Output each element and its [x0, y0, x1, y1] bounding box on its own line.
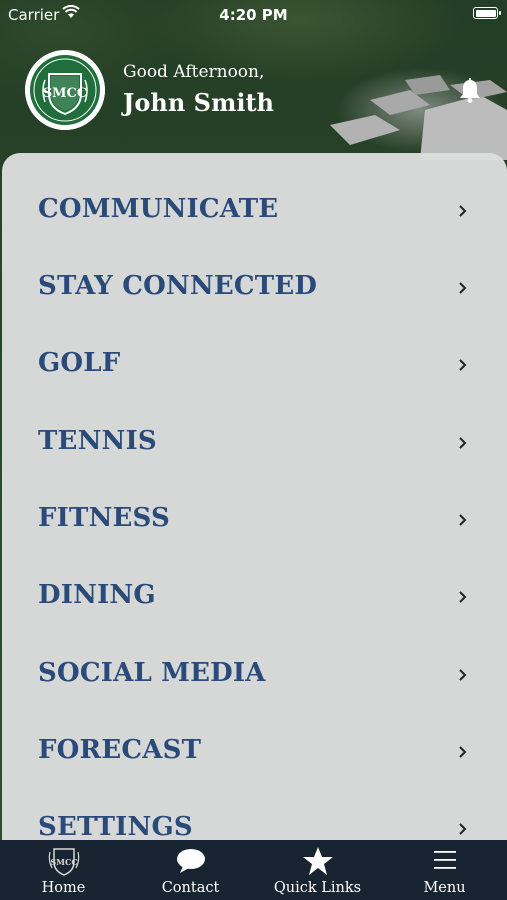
menu-item-fitness[interactable]: FITNESS: [2, 490, 507, 550]
menu-item-dining[interactable]: DINING: [2, 567, 507, 627]
chevron-right-icon: [459, 514, 467, 526]
tab-label: Home: [41, 880, 86, 896]
chevron-right-icon: [459, 437, 467, 449]
chevron-right-icon: [459, 823, 467, 835]
menu-item-label: FORECAST: [38, 735, 202, 765]
tab-contact[interactable]: Contact: [127, 840, 254, 900]
bell-icon[interactable]: [458, 78, 482, 104]
tab-label: Quick Links: [273, 880, 362, 896]
battery-icon: [473, 7, 501, 19]
chevron-right-icon: [459, 669, 467, 681]
club-logo[interactable]: SMCC: [25, 50, 105, 130]
chevron-right-icon: [459, 746, 467, 758]
chat-bubble-icon: [176, 849, 205, 873]
menu-item-label: DINING: [38, 580, 156, 610]
tab-label: Contact: [161, 880, 220, 896]
menu-item-label: STAY CONNECTED: [38, 271, 318, 301]
bottom-tab-bar: SMCC Home Contact Quick Links Menu: [0, 840, 507, 900]
tab-menu[interactable]: Menu: [381, 840, 507, 900]
tab-label: Menu: [423, 880, 466, 896]
main-menu-panel: COMMUNICATE STAY CONNECTED GOLF TENNIS F…: [2, 153, 507, 853]
menu-item-tennis[interactable]: TENNIS: [2, 413, 507, 473]
svg-text:SMCC: SMCC: [50, 857, 77, 867]
menu-item-forecast[interactable]: FORECAST: [2, 722, 507, 782]
menu-item-communicate[interactable]: COMMUNICATE: [2, 181, 507, 241]
chevron-right-icon: [459, 591, 467, 603]
user-name: John Smith: [123, 88, 274, 117]
menu-item-label: FITNESS: [38, 503, 170, 533]
svg-text:SMCC: SMCC: [43, 86, 87, 101]
menu-item-label: SETTINGS: [38, 812, 193, 842]
star-icon: [302, 847, 333, 875]
menu-item-label: GOLF: [38, 348, 121, 378]
menu-item-social-media[interactable]: SOCIAL MEDIA: [2, 645, 507, 705]
menu-item-label: COMMUNICATE: [38, 194, 279, 224]
chevron-right-icon: [459, 282, 467, 294]
menu-item-label: TENNIS: [38, 426, 157, 456]
menu-item-label: SOCIAL MEDIA: [38, 658, 266, 688]
tab-home[interactable]: SMCC Home: [0, 840, 127, 900]
clock: 4:20 PM: [219, 6, 288, 24]
chevron-right-icon: [459, 359, 467, 371]
chevron-right-icon: [459, 205, 467, 217]
menu-item-stay-connected[interactable]: STAY CONNECTED: [2, 258, 507, 318]
menu-item-golf[interactable]: GOLF: [2, 335, 507, 395]
tab-quick-links[interactable]: Quick Links: [254, 840, 381, 900]
status-bar: Carrier 4:20 PM: [0, 0, 507, 28]
hamburger-icon: [433, 851, 456, 869]
crest-icon: SMCC: [48, 848, 79, 876]
greeting-text: Good Afternoon,: [123, 62, 265, 82]
